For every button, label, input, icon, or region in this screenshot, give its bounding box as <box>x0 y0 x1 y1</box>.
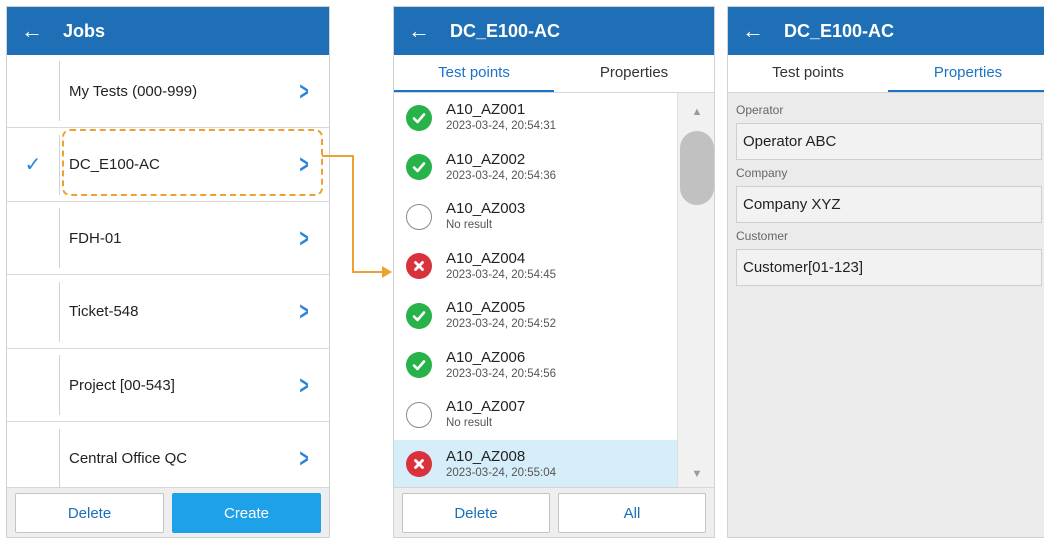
check-circle-icon <box>406 302 432 329</box>
create-button[interactable]: Create <box>172 493 321 533</box>
test-point-item[interactable]: A10_AZ008 2023-03-24, 20:55:04 <box>394 439 677 489</box>
page-title: DC_E100-AC <box>784 20 895 41</box>
test-point-name: A10_AZ004 <box>446 249 526 267</box>
chevron-right-icon[interactable]: > <box>289 149 319 180</box>
checkmark-icon: ✓ <box>24 154 42 176</box>
check-circle-icon <box>406 352 432 379</box>
tab-properties[interactable]: Properties <box>554 55 714 92</box>
company-field[interactable]: Company XYZ <box>736 186 1042 223</box>
test-point-text: A10_AZ003 No result <box>446 200 525 233</box>
properties-panel: ← DC_E100-AC Test points Properties Oper… <box>727 6 1044 538</box>
job-list-item[interactable]: ✓ DC_E100-AC > <box>7 129 329 202</box>
delete-button[interactable]: Delete <box>402 493 550 533</box>
test-point-result: 2023-03-24, 20:54:56 <box>446 367 556 380</box>
arrow-left-icon[interactable]: ← <box>21 20 49 42</box>
test-points-action-bar: Delete All <box>394 487 714 537</box>
page-title: Jobs <box>63 20 106 41</box>
chevron-right-icon[interactable]: > <box>289 370 319 401</box>
job-list-item[interactable]: FDH-01 > <box>7 202 329 275</box>
job-label: My Tests (000-999) <box>69 82 198 100</box>
test-point-item[interactable]: A10_AZ001 2023-03-24, 20:54:31 <box>394 93 677 143</box>
page-title: DC_E100-AC <box>450 20 561 41</box>
field-label: Operator <box>736 103 784 117</box>
error-circle-icon <box>406 451 432 478</box>
test-point-name: A10_AZ001 <box>446 101 526 119</box>
test-point-item[interactable]: A10_AZ003 No result <box>394 192 677 242</box>
test-point-text: A10_AZ007 No result <box>446 398 525 431</box>
job-label: Central Office QC <box>69 450 188 467</box>
test-point-result: 2023-03-24, 20:54:45 <box>446 268 556 281</box>
tab-bar: Test points Properties <box>394 55 714 93</box>
scrollbar-thumb[interactable] <box>680 131 714 205</box>
test-point-text: A10_AZ004 2023-03-24, 20:54:45 <box>446 250 556 283</box>
chevron-right-icon[interactable]: > <box>289 76 319 107</box>
operator-field[interactable]: Operator ABC <box>736 123 1042 160</box>
test-point-result: No result <box>446 417 493 430</box>
check-circle-icon <box>406 104 432 131</box>
chevron-right-icon[interactable]: > <box>289 296 319 327</box>
field-label: Company <box>736 166 788 180</box>
test-point-text: A10_AZ006 2023-03-24, 20:54:56 <box>446 349 556 382</box>
test-point-name: A10_AZ008 <box>446 447 526 465</box>
test-point-name: A10_AZ003 <box>446 200 526 218</box>
tab-test-points[interactable]: Test points <box>394 55 554 92</box>
arrow-left-icon[interactable]: ← <box>742 20 770 42</box>
job-label: FDH-01 <box>69 229 122 247</box>
chevron-right-icon[interactable]: > <box>289 223 319 254</box>
properties-form: Operator Operator ABC Company Company XYZ Cu… <box>728 93 1044 286</box>
test-point-name: A10_AZ006 <box>446 348 526 366</box>
test-point-result: 2023-03-24, 20:54:36 <box>446 169 556 182</box>
test-point-item[interactable]: A10_AZ004 2023-03-24, 20:54:45 <box>394 242 677 292</box>
all-button[interactable]: All <box>558 493 706 533</box>
error-circle-icon <box>406 253 432 280</box>
delete-button[interactable]: Delete <box>15 493 164 533</box>
test-point-result: 2023-03-24, 20:55:04 <box>446 466 556 479</box>
tab-properties[interactable]: Properties <box>888 55 1044 92</box>
tab-test-points[interactable]: Test points <box>728 55 888 92</box>
job-list-item[interactable]: Ticket-548 > <box>7 276 329 349</box>
test-point-name: A10_AZ005 <box>446 299 526 317</box>
customer-field[interactable]: Customer[01-123] <box>736 249 1042 286</box>
jobs-action-bar: Delete Create <box>7 487 329 537</box>
test-point-result: 2023-03-24, 20:54:31 <box>446 120 556 133</box>
jobs-header: ← Jobs <box>7 7 329 55</box>
test-points-header: ← DC_E100-AC <box>394 7 714 55</box>
job-list-item[interactable]: Project [00-543] > <box>7 349 329 422</box>
job-label: Ticket-548 <box>69 303 139 320</box>
test-point-item[interactable]: A10_AZ005 2023-03-24, 20:54:52 <box>394 291 677 341</box>
job-list-item[interactable]: My Tests (000-999) > <box>7 55 329 128</box>
test-point-result: No result <box>446 219 493 232</box>
field-label: Customer <box>736 229 789 243</box>
empty-circle-icon <box>406 401 432 428</box>
test-point-text: A10_AZ001 2023-03-24, 20:54:31 <box>446 101 556 134</box>
test-point-result: 2023-03-24, 20:54:52 <box>446 318 556 331</box>
test-point-name: A10_AZ007 <box>446 398 526 416</box>
scroll-up-arrow-icon[interactable]: ▲ <box>678 97 714 127</box>
test-points-list: A10_AZ001 2023-03-24, 20:54:31 A10_AZ002 20… <box>394 93 677 489</box>
jobs-panel: ← Jobs My Tests (000-999) > ✓ DC_E100-AC > FD… <box>6 6 330 538</box>
test-points-panel: ← DC_E100-AC Test points Properties A10_… <box>393 6 715 538</box>
test-point-text: A10_AZ005 2023-03-24, 20:54:52 <box>446 299 556 332</box>
test-point-name: A10_AZ002 <box>446 150 526 168</box>
test-point-item[interactable]: A10_AZ006 2023-03-24, 20:54:56 <box>394 341 677 391</box>
job-list-item[interactable]: Central Office QC > <box>7 423 329 496</box>
empty-circle-icon <box>406 203 432 230</box>
chevron-right-icon[interactable]: > <box>289 443 319 474</box>
test-point-item[interactable]: A10_AZ007 No result <box>394 390 677 440</box>
job-label: Project [00-543] <box>69 376 175 394</box>
tab-bar: Test points Properties <box>728 55 1044 93</box>
test-point-item[interactable]: A10_AZ002 2023-03-24, 20:54:36 <box>394 143 677 193</box>
scrollbar[interactable]: ▲ ▼ <box>677 93 714 489</box>
test-point-text: A10_AZ008 2023-03-24, 20:55:04 <box>446 448 556 481</box>
arrow-left-icon[interactable]: ← <box>408 20 436 42</box>
job-label: DC_E100-AC <box>69 156 160 173</box>
scroll-down-arrow-icon[interactable]: ▼ <box>678 459 714 489</box>
check-circle-icon <box>406 154 432 181</box>
test-point-text: A10_AZ002 2023-03-24, 20:54:36 <box>446 151 556 184</box>
properties-header: ← DC_E100-AC <box>728 7 1044 55</box>
